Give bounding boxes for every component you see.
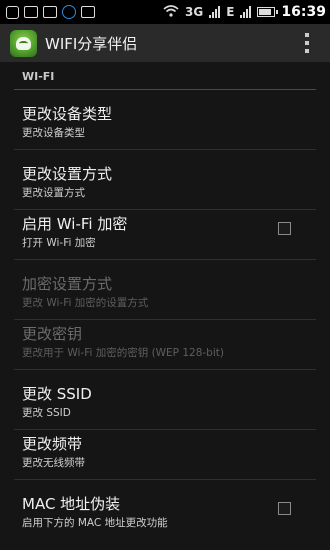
pref-title: 启用 Wi-Fi 加密	[22, 215, 128, 233]
status-bar: 3G E 16:39	[0, 0, 330, 24]
clock: 16:39	[281, 4, 326, 20]
add-icon	[6, 5, 19, 19]
pref-title: 更改频带	[22, 435, 83, 453]
battery-icon	[257, 7, 279, 17]
overflow-menu-icon[interactable]	[304, 33, 310, 53]
pref-summary: 更改 SSID	[22, 407, 71, 419]
pref-enable-encryption[interactable]: 启用 Wi-Fi 加密 打开 Wi-Fi 加密	[0, 200, 330, 260]
network-type: 3G	[185, 5, 204, 19]
category-label: WI-FI	[22, 70, 55, 83]
action-bar: WIFI分享伴侣	[0, 24, 330, 62]
data-indicator: E	[226, 5, 235, 19]
code-icon	[81, 6, 95, 18]
pref-title: MAC 地址伪装	[22, 495, 121, 513]
app-title: WIFI分享伴侣	[45, 35, 138, 53]
pref-title: 加密设置方式	[22, 275, 113, 293]
image-icon	[43, 6, 57, 18]
pref-summary: 启用下方的 MAC 地址更改功能	[22, 517, 168, 529]
pref-mac-spoof[interactable]: MAC 地址伪装 启用下方的 MAC 地址更改功能	[0, 480, 330, 540]
pref-summary: 更改设置方式	[22, 187, 85, 199]
app-logo-icon[interactable]	[10, 30, 37, 57]
pref-device-type[interactable]: 更改设备类型 更改设备类型	[0, 90, 330, 150]
mac-spoof-checkbox[interactable]	[278, 502, 291, 515]
wifi-icon	[163, 5, 179, 19]
pref-change-band[interactable]: 更改频带 更改无线频带	[0, 420, 330, 480]
signal-icon	[240, 6, 252, 18]
pref-summary: 更改用于 Wi-Fi 加密的密钥 (WEP 128-bit)	[22, 347, 224, 359]
signal-icon	[209, 6, 221, 18]
pref-title: 更改 SSID	[22, 385, 92, 403]
pref-title: 更改设备类型	[22, 105, 113, 123]
pref-change-key: 更改密钥 更改用于 Wi-Fi 加密的密钥 (WEP 128-bit)	[0, 310, 330, 370]
encryption-checkbox[interactable]	[278, 222, 291, 235]
pref-summary: 更改 Wi-Fi 加密的设置方式	[22, 297, 149, 309]
notification-icon	[24, 6, 38, 18]
pref-summary: 打开 Wi-Fi 加密	[22, 237, 96, 249]
pref-summary: 更改设备类型	[22, 127, 85, 139]
category-header: WI-FI	[0, 62, 330, 90]
pref-title: 更改密钥	[22, 325, 83, 343]
pref-title: 更改设置方式	[22, 165, 113, 183]
pref-summary: 更改无线频带	[22, 457, 85, 469]
lock-icon	[62, 5, 76, 19]
